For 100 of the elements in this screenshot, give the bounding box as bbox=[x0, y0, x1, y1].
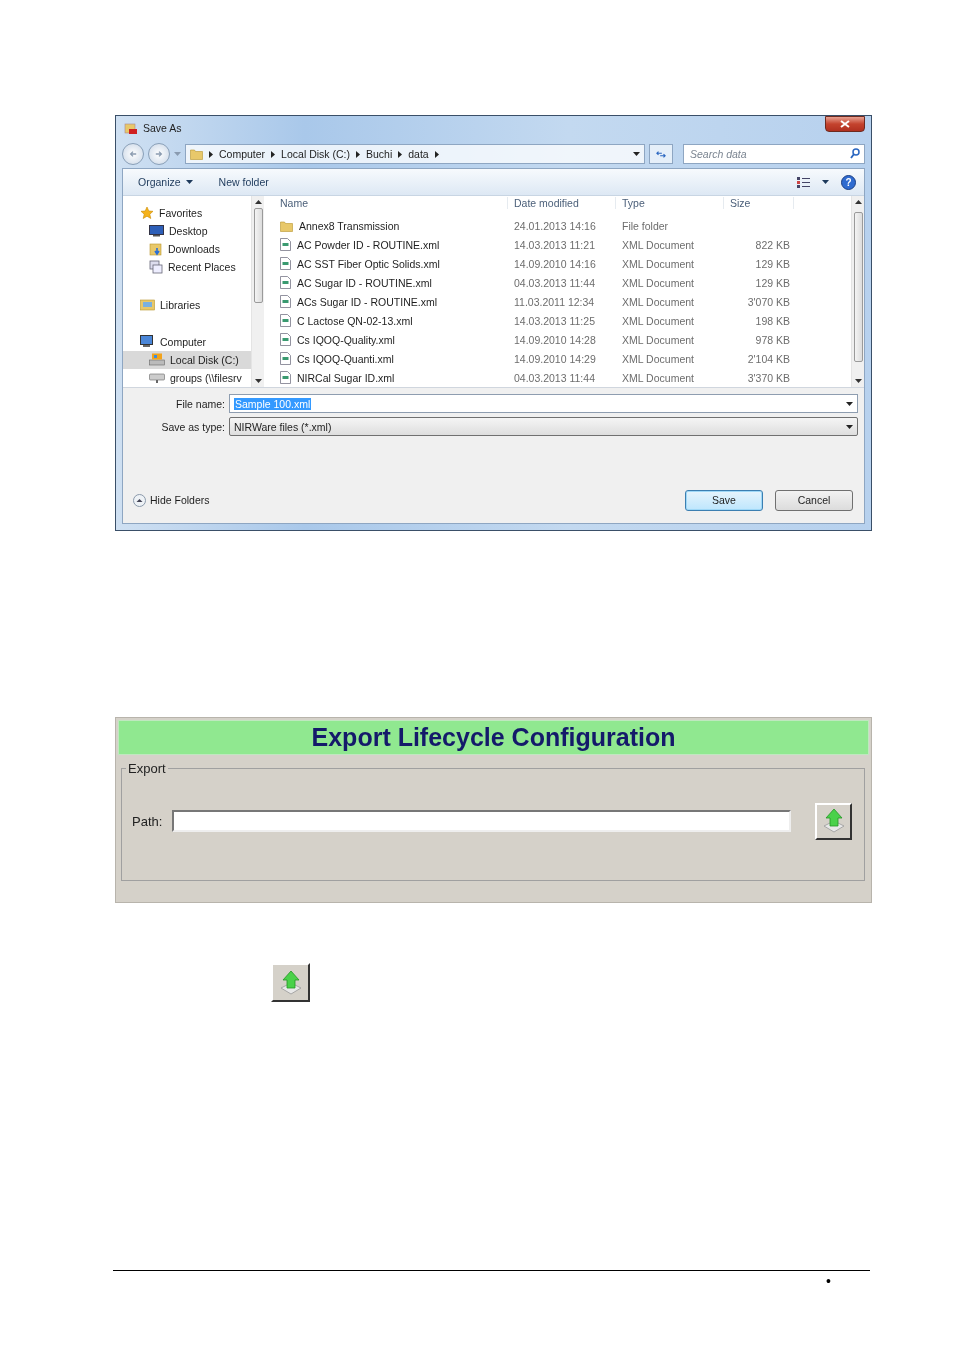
forward-button[interactable] bbox=[148, 143, 170, 165]
file-name[interactable]: AC Powder ID - ROUTINE.xml bbox=[274, 238, 508, 251]
file-name[interactable]: C Lactose QN-02-13.xml bbox=[274, 314, 508, 327]
sidebar-item[interactable]: Libraries bbox=[123, 295, 251, 314]
sidebar-item[interactable]: Recent Places bbox=[123, 258, 251, 277]
date-cell-text: 14.03.2013 11:25 bbox=[513, 314, 596, 327]
size-cell-text: 198 KB bbox=[754, 314, 790, 327]
address-bar[interactable]: Computer Local Disk (C:) Buchi data bbox=[185, 144, 645, 164]
size-cell-text: 822 KB bbox=[754, 238, 790, 251]
document-icon bbox=[280, 276, 291, 289]
field-label: Path: bbox=[132, 813, 163, 829]
breadcrumb-item[interactable]: Buchi bbox=[365, 148, 393, 160]
close-icon bbox=[840, 120, 850, 128]
date-cell-text: 14.03.2013 11:21 bbox=[513, 238, 596, 251]
arrow-up-icon bbox=[254, 200, 262, 204]
date-cell-text: 04.03.2013 11:44 bbox=[513, 371, 596, 384]
hide-folders-button[interactable]: Hide Folders bbox=[133, 493, 210, 507]
view-options-icon[interactable] bbox=[797, 176, 810, 188]
breadcrumb-item[interactable]: Local Disk (C:) bbox=[281, 148, 350, 160]
app-icon bbox=[124, 121, 138, 135]
sidebar-item[interactable]: Local Disk (C:) bbox=[123, 350, 251, 369]
document-icon bbox=[280, 238, 291, 251]
column-header[interactable]: Date modified bbox=[508, 197, 616, 209]
library-folder-icon bbox=[140, 298, 155, 312]
sidebar-item[interactable]: Desktop bbox=[123, 222, 251, 241]
breadcrumb-item[interactable]: data bbox=[408, 148, 429, 160]
folder-icon bbox=[280, 219, 293, 232]
caret-icon bbox=[633, 152, 640, 156]
document-icon bbox=[280, 295, 291, 308]
window-title: Save As bbox=[143, 122, 182, 134]
search-field[interactable]: Search data bbox=[683, 144, 865, 164]
file-name[interactable]: NIRCal Sugar ID.xml bbox=[274, 371, 508, 384]
sidebar-item[interactable]: Computer bbox=[123, 332, 251, 351]
scrollbar[interactable] bbox=[251, 196, 264, 387]
caret-icon bbox=[846, 424, 853, 429]
computer-icon bbox=[140, 335, 155, 349]
type-cell-text: XML Document bbox=[621, 371, 695, 384]
save-button[interactable]: Save bbox=[685, 489, 763, 511]
file-name[interactable]: AC Sugar ID - ROUTINE.xml bbox=[274, 276, 508, 289]
date-cell-text: 11.03.2011 12:34 bbox=[513, 295, 596, 308]
organize-menu[interactable]: Organize bbox=[138, 176, 193, 188]
file-name[interactable]: Cs IQOQ-Quanti.xml bbox=[274, 352, 508, 365]
file-type-dropdown[interactable]: NIRWare files (*.xml) bbox=[229, 417, 858, 436]
type-cell-text: XML Document bbox=[621, 276, 695, 289]
drive-icon bbox=[149, 353, 165, 367]
type-cell-text: XML Document bbox=[621, 333, 695, 346]
sidebar-item[interactable]: Favorites bbox=[123, 204, 251, 223]
file-name[interactable]: AC SST Fiber Optic Solids.xml bbox=[274, 257, 508, 270]
type-cell-text: XML Document bbox=[621, 257, 695, 270]
refresh-button[interactable] bbox=[649, 144, 673, 164]
file-name[interactable]: ACs Sugar ID - ROUTINE.xml bbox=[274, 295, 508, 308]
date-cell-text: 04.03.2013 11:44 bbox=[513, 276, 596, 289]
size-cell-text: 3'070 KB bbox=[746, 295, 790, 308]
group-label: Export bbox=[127, 761, 167, 776]
field-value: Sample 100.xml bbox=[234, 397, 312, 410]
drive-icon bbox=[149, 372, 165, 383]
arrow-left-icon bbox=[129, 150, 137, 158]
caret-icon[interactable] bbox=[822, 180, 829, 184]
collapse-icon bbox=[133, 493, 146, 507]
chevron-icon bbox=[209, 150, 213, 158]
export-button[interactable] bbox=[271, 963, 310, 1002]
date-cell-text: 14.09.2010 14:29 bbox=[513, 352, 597, 365]
caret-icon bbox=[254, 379, 262, 383]
file-name[interactable]: Annex8 Transmission bbox=[274, 219, 508, 232]
type-cell-text: XML Document bbox=[621, 238, 695, 251]
sidebar-item[interactable]: groups (\\filesrv bbox=[123, 368, 251, 387]
size-cell-text: 129 KB bbox=[754, 276, 790, 289]
help-button[interactable]: ? bbox=[841, 174, 856, 190]
document-icon bbox=[280, 352, 291, 365]
arrow-right-icon bbox=[155, 150, 163, 158]
breadcrumb-item[interactable]: Computer bbox=[219, 148, 266, 160]
upload-arrow-icon bbox=[821, 808, 846, 834]
column-header[interactable]: Name bbox=[274, 197, 508, 209]
sidebar-item[interactable]: Downloads bbox=[123, 240, 251, 259]
export-button[interactable] bbox=[815, 802, 852, 840]
file-name[interactable]: Cs IQOQ-Quality.xml bbox=[274, 333, 508, 346]
folder-icon bbox=[149, 242, 163, 257]
document-icon bbox=[280, 314, 291, 327]
window-stack-icon bbox=[149, 260, 163, 275]
folder-icon bbox=[190, 148, 203, 160]
scrollbar[interactable] bbox=[851, 196, 864, 387]
type-cell-text: XML Document bbox=[621, 314, 695, 327]
path-field[interactable] bbox=[172, 810, 791, 832]
chevron-icon bbox=[355, 150, 360, 158]
bullet-mark: • bbox=[826, 1273, 831, 1289]
column-header[interactable]: Size bbox=[724, 197, 794, 209]
monitor-icon bbox=[149, 225, 164, 238]
back-button[interactable] bbox=[122, 143, 144, 165]
cancel-button[interactable]: Cancel bbox=[775, 489, 853, 511]
star-icon bbox=[140, 206, 154, 221]
date-cell-text: 24.01.2013 14:16 bbox=[513, 219, 597, 232]
document-icon bbox=[280, 333, 291, 346]
caret-icon bbox=[854, 379, 862, 383]
close-button[interactable] bbox=[825, 116, 865, 132]
field-label: File name: bbox=[174, 397, 226, 410]
caret-icon bbox=[846, 401, 853, 406]
chevron-icon bbox=[434, 150, 439, 158]
arrow-up-icon bbox=[854, 200, 862, 204]
column-header[interactable]: Type bbox=[616, 197, 724, 209]
new-folder-button[interactable]: New folder bbox=[218, 176, 269, 188]
